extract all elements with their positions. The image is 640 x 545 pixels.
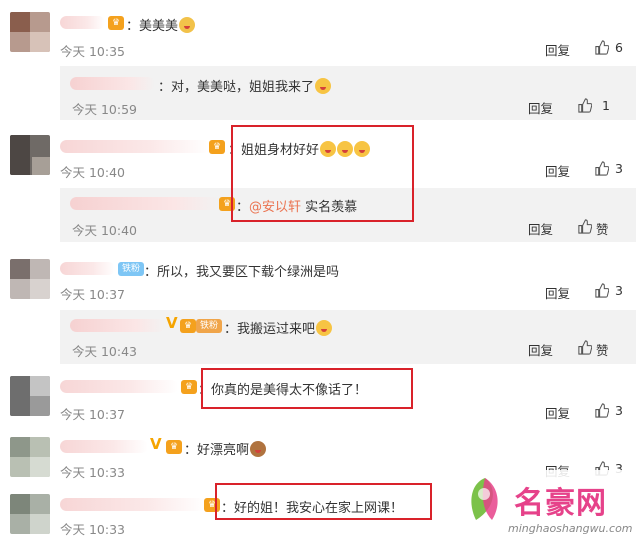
like-count: 1 [602, 98, 610, 113]
username[interactable] [60, 262, 115, 275]
reply-time: 今天 10:43 [72, 344, 137, 359]
highlight-box [201, 368, 413, 409]
comment-time: 今天 10:37 [60, 407, 125, 422]
reply-time: 今天 10:59 [72, 102, 137, 117]
reply-time: 今天 10:40 [72, 223, 137, 238]
thumbs-up-icon[interactable] [577, 219, 592, 234]
reply-button[interactable]: 回复 [545, 283, 570, 302]
like-count: 3 [615, 161, 623, 176]
emoji-icon [316, 320, 333, 336]
comment-time: 今天 10:35 [60, 44, 125, 59]
avatar[interactable] [10, 259, 50, 299]
avatar[interactable] [10, 437, 50, 477]
emoji-icon [250, 441, 267, 457]
reply-button[interactable]: 回复 [545, 40, 570, 59]
thumbs-up-icon[interactable] [594, 161, 609, 176]
comment-time: 今天 10:37 [60, 287, 125, 302]
thumbs-up-icon[interactable] [594, 40, 609, 55]
vip-badge-icon: ♛ [166, 440, 182, 454]
like-count: 6 [615, 40, 623, 55]
username[interactable] [70, 319, 165, 332]
like-label[interactable]: 赞 [596, 340, 609, 359]
avatar[interactable] [10, 494, 50, 534]
thumbs-up-icon[interactable] [594, 283, 609, 298]
watermark: 名豪网 minghaoshangwu.com [456, 470, 640, 545]
vip-badge-icon: ♛ [108, 16, 124, 30]
reply-button[interactable]: 回复 [528, 340, 553, 359]
reply-button[interactable]: 回复 [528, 98, 553, 117]
verified-v-icon: V [166, 314, 178, 332]
reply-button[interactable]: 回复 [545, 403, 570, 422]
reply-text: ：我搬运过来吧 [224, 318, 333, 337]
fan-badge: 铁粉 [118, 262, 145, 276]
comment-text: ：所以，我又要区下载个绿洲是吗 [144, 265, 340, 280]
username[interactable] [60, 140, 210, 153]
username[interactable] [70, 77, 155, 90]
brand-name: 名豪网 [514, 486, 607, 521]
emoji-icon [179, 17, 196, 33]
username[interactable] [60, 380, 178, 393]
brand-logo-icon [471, 478, 498, 520]
reply-button[interactable]: 回复 [528, 219, 553, 238]
like-label[interactable]: 赞 [596, 219, 609, 238]
brand-url: minghaoshangwu.com [508, 522, 633, 535]
comment-time: 今天 10:33 [60, 465, 125, 480]
username[interactable] [60, 498, 205, 511]
fan-badge-icon: 铁粉 [196, 319, 223, 333]
avatar[interactable] [10, 135, 50, 175]
avatar[interactable] [10, 376, 50, 416]
comment-text: ：美美美 [126, 15, 196, 34]
thumbs-up-icon[interactable] [577, 340, 592, 355]
comment-text: ：好漂亮啊 [184, 439, 267, 458]
avatar[interactable] [10, 12, 50, 52]
comment-time: 今天 10:40 [60, 165, 125, 180]
thumbs-up-icon[interactable] [594, 403, 609, 418]
username[interactable] [60, 440, 148, 453]
highlight-box [231, 125, 414, 222]
comment-time: 今天 10:33 [60, 522, 125, 537]
vip-badge-icon: ♛ [209, 140, 225, 154]
reply-text: ：对，美美哒，姐姐我来了 [158, 76, 332, 95]
reply-button[interactable]: 回复 [545, 161, 570, 180]
username[interactable] [70, 197, 220, 210]
vip-badge-icon: ♛ [180, 319, 196, 333]
verified-v-icon: V [150, 435, 162, 453]
emoji-icon [315, 78, 332, 94]
vip-badge-icon: ♛ [181, 380, 197, 394]
like-count: 3 [615, 403, 623, 418]
like-count: 3 [615, 283, 623, 298]
highlight-box [215, 483, 432, 520]
thumbs-up-icon[interactable] [577, 98, 592, 113]
username[interactable] [60, 16, 105, 29]
